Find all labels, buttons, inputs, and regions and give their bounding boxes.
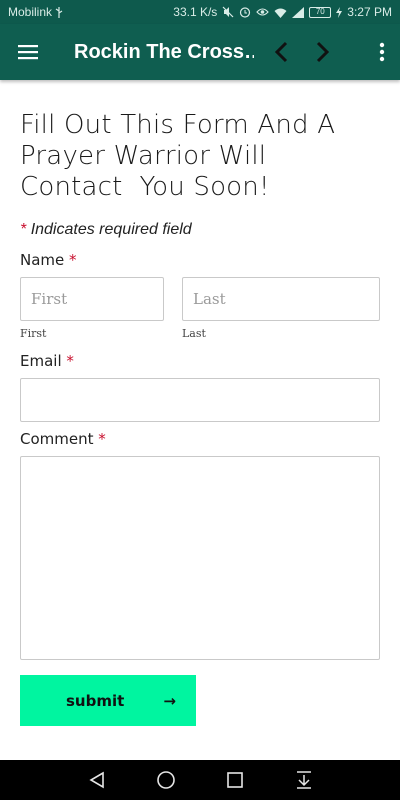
required-star: * (66, 352, 74, 370)
app-title: Rockin The Cross… (74, 40, 254, 63)
system-notifications-button[interactable] (292, 768, 316, 792)
name-row: First Last (20, 277, 380, 340)
first-name-sublabel: First (20, 327, 47, 340)
more-vert-icon (379, 42, 385, 62)
form-heading: Fill Out This Form And A Prayer Warrior … (20, 110, 336, 202)
system-nav-bar (0, 760, 400, 800)
clock: 3:27 PM (347, 5, 392, 19)
system-recents-button[interactable] (223, 768, 247, 792)
first-name-group: First (20, 277, 164, 340)
back-button[interactable] (260, 24, 302, 80)
usb-icon (55, 6, 63, 18)
pull-down-icon (296, 771, 311, 789)
last-name-input[interactable] (182, 277, 380, 321)
name-label-text: Name (20, 251, 65, 269)
carrier-name: Mobilink (8, 5, 53, 19)
charging-icon (336, 6, 343, 18)
comment-label-text: Comment (20, 430, 94, 448)
triangle-back-icon (88, 771, 104, 789)
eye-icon (256, 7, 270, 17)
signal-icon (292, 6, 305, 18)
required-note: * Indicates required field (20, 221, 380, 239)
name-label: Name * (20, 251, 380, 269)
submit-button[interactable]: submit → (20, 675, 196, 726)
last-name-sublabel: Last (182, 327, 206, 340)
battery-indicator: 70 (309, 6, 332, 18)
required-star: * (20, 221, 27, 238)
menu-button[interactable] (0, 24, 56, 80)
chevron-right-icon (316, 41, 330, 63)
email-label-text: Email (20, 352, 62, 370)
screen: Mobilink 33.1 K/s 70 3:27 PM Rockin The … (0, 0, 400, 800)
required-note-text: Indicates required field (30, 221, 192, 238)
wifi-icon (274, 7, 287, 18)
email-input[interactable] (20, 378, 380, 422)
status-bar: Mobilink 33.1 K/s 70 3:27 PM (0, 0, 400, 24)
mute-icon (222, 6, 234, 18)
form-content: Fill Out This Form And A Prayer Warrior … (0, 80, 400, 760)
last-name-group: Last (182, 277, 380, 340)
first-name-input[interactable] (20, 277, 164, 321)
chevron-left-icon (274, 41, 288, 63)
overflow-menu-button[interactable] (364, 24, 400, 80)
arrow-right-icon: → (163, 691, 176, 710)
hamburger-menu-icon (18, 45, 38, 60)
system-back-button[interactable] (85, 768, 109, 792)
forward-button[interactable] (302, 24, 344, 80)
required-star: * (69, 251, 77, 269)
comment-label: Comment * (20, 430, 380, 448)
network-speed: 33.1 K/s (173, 5, 218, 19)
required-star: * (98, 430, 106, 448)
alarm-icon (239, 6, 251, 18)
email-label: Email * (20, 352, 380, 370)
system-home-button[interactable] (154, 768, 178, 792)
comment-textarea[interactable] (20, 456, 380, 660)
square-recents-icon (226, 772, 243, 788)
circle-home-icon (156, 771, 175, 789)
app-bar: Rockin The Cross… (0, 24, 400, 80)
submit-label: submit (66, 691, 125, 710)
status-left: Mobilink (8, 5, 63, 19)
status-right: 33.1 K/s 70 3:27 PM (173, 5, 392, 19)
